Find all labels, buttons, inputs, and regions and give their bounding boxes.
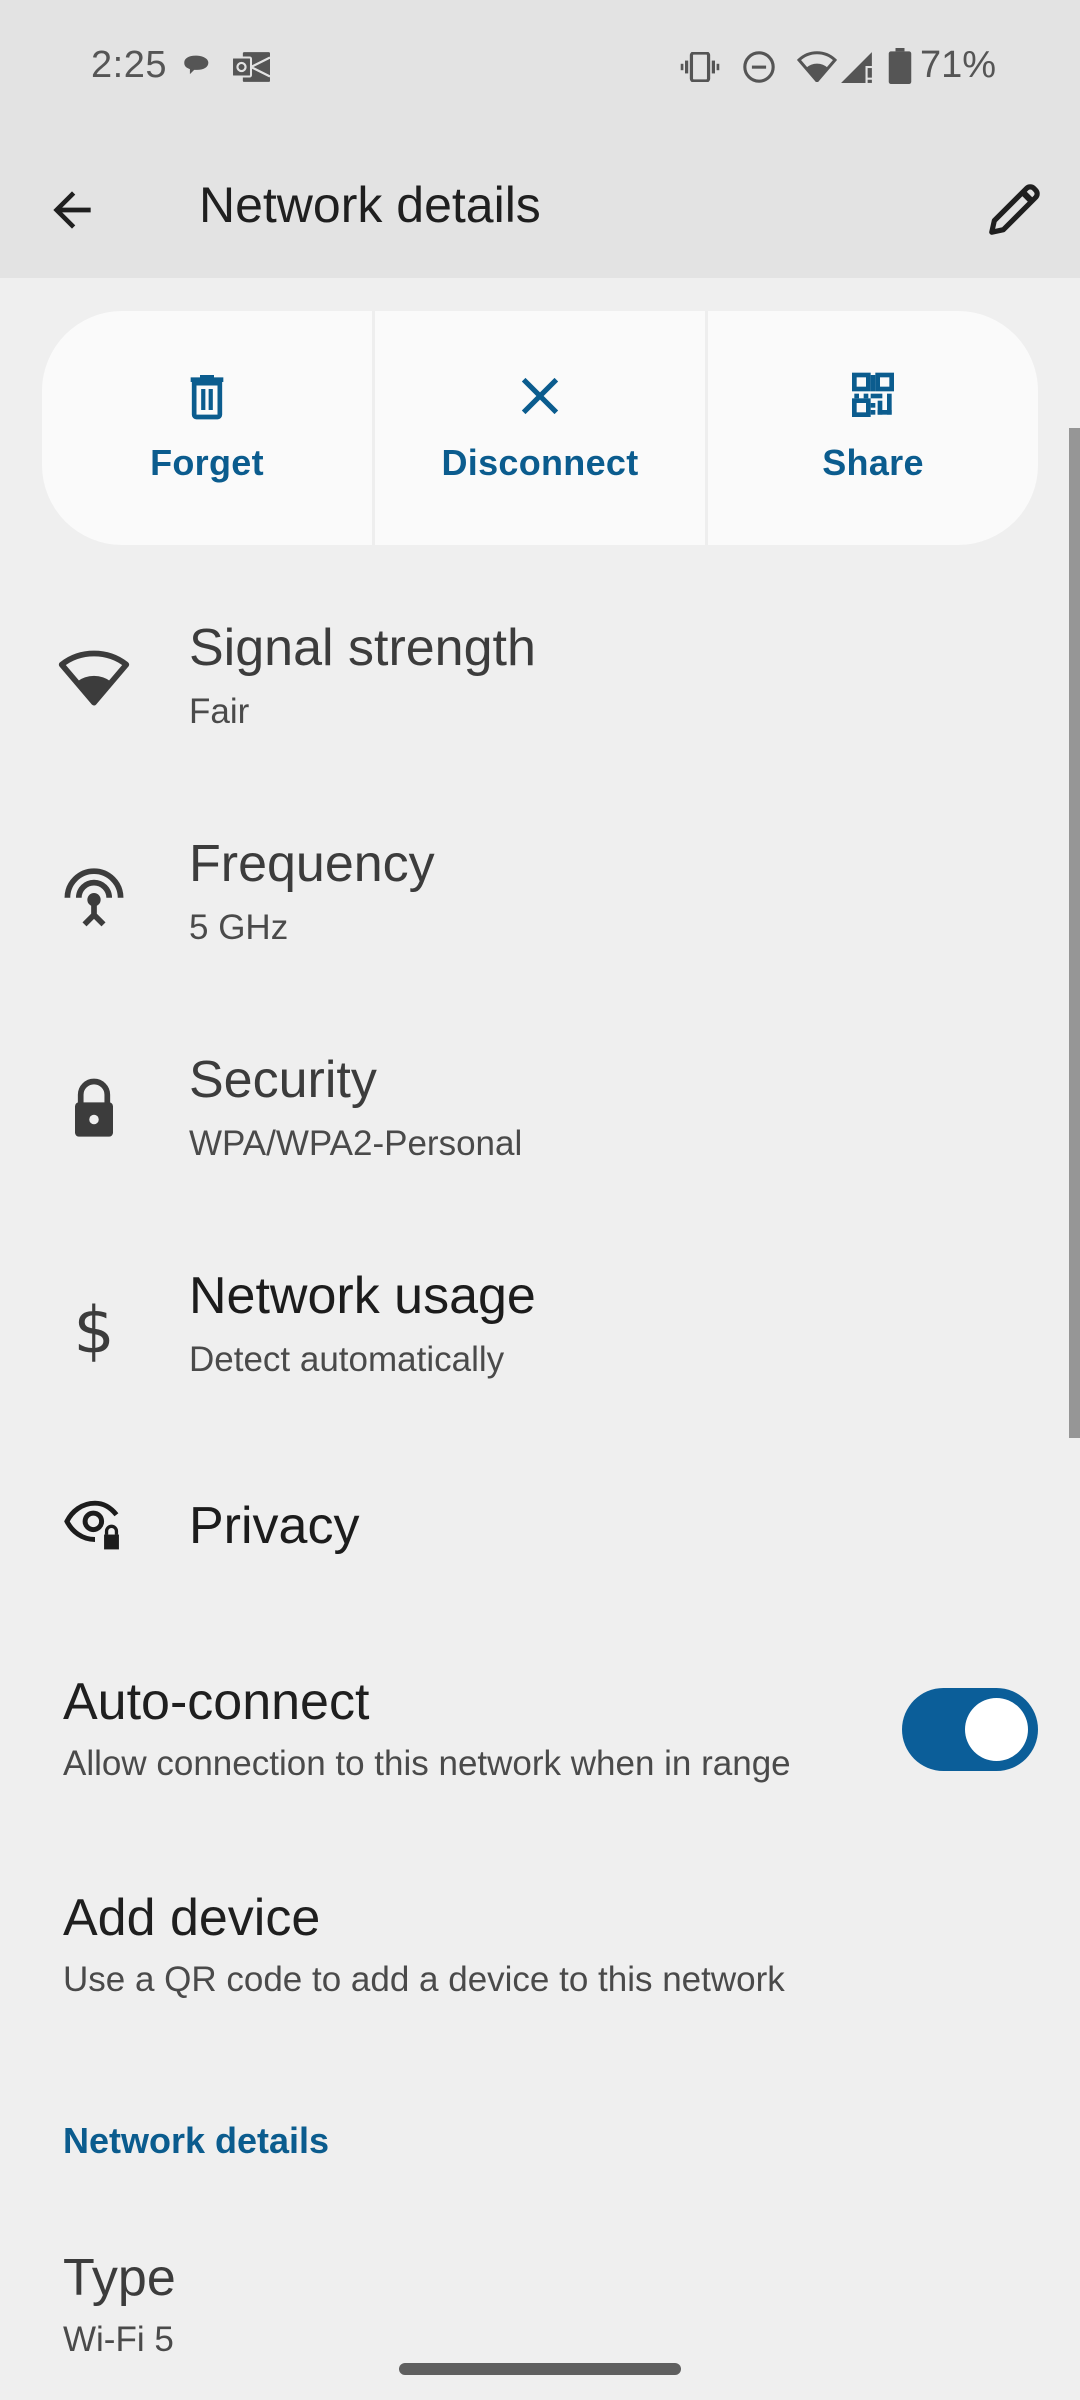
app-bar: Network details — [0, 140, 1080, 278]
battery-percent: 71% — [920, 44, 997, 86]
qr-code-icon — [852, 372, 894, 417]
wifi-signal-icon — [58, 650, 130, 706]
back-button[interactable] — [44, 182, 100, 238]
auto-connect-toggle[interactable] — [902, 1688, 1038, 1771]
signal-no-data-icon — [841, 52, 872, 83]
frequency-value: 5 GHz — [189, 908, 289, 947]
battery-icon — [888, 48, 912, 84]
auto-connect-item[interactable]: Auto-connect Allow connection to this ne… — [0, 1660, 1060, 1800]
toggle-thumb — [965, 1698, 1028, 1761]
add-device-summary: Use a QR code to add a device to this ne… — [63, 1960, 785, 1999]
auto-connect-summary: Allow connection to this network when in… — [63, 1744, 791, 1783]
privacy-item[interactable]: Privacy — [0, 1478, 1060, 1588]
antenna-icon — [64, 868, 124, 927]
do-not-disturb-icon — [743, 51, 775, 83]
privacy-title: Privacy — [189, 1497, 360, 1555]
disconnect-button[interactable]: Disconnect — [372, 311, 705, 545]
page-title: Network details — [199, 177, 541, 233]
security-value: WPA/WPA2-Personal — [189, 1124, 523, 1163]
arrow-back-icon — [53, 191, 91, 229]
signal-strength-value: Fair — [189, 692, 250, 731]
type-title: Type — [63, 2249, 176, 2307]
forget-label: Forget — [150, 442, 264, 483]
vibrate-icon — [680, 52, 720, 82]
security-item: Security WPA/WPA2-Personal — [0, 1032, 1060, 1182]
signal-strength-title: Signal strength — [189, 619, 536, 677]
outlook-icon — [232, 52, 270, 82]
trash-icon — [190, 375, 224, 420]
type-value: Wi-Fi 5 — [63, 2320, 174, 2359]
svg-text:$: $ — [73, 1294, 114, 1366]
privacy-eye-lock-icon — [64, 1500, 119, 1550]
edit-button[interactable] — [984, 178, 1046, 240]
share-button[interactable]: Share — [705, 311, 1038, 545]
close-icon — [521, 377, 559, 415]
dollar-icon: $ — [73, 1294, 114, 1366]
status-bar: 2:25 71% — [0, 0, 1080, 140]
pencil-icon — [989, 184, 1040, 235]
auto-connect-title: Auto-connect — [63, 1673, 370, 1731]
network-usage-item[interactable]: $ Network usage Detect automatically — [0, 1248, 1060, 1398]
share-label: Share — [822, 442, 924, 483]
add-device-item[interactable]: Add device Use a QR code to add a device… — [0, 1876, 1060, 2016]
frequency-title: Frequency — [189, 835, 435, 893]
network-usage-value: Detect automatically — [189, 1340, 505, 1379]
network-details-section-header: Network details — [63, 2120, 330, 2161]
network-usage-title: Network usage — [189, 1267, 536, 1325]
type-item: Type Wi-Fi 5 — [0, 2236, 1060, 2376]
lock-icon — [75, 1078, 113, 1137]
disconnect-label: Disconnect — [441, 442, 639, 483]
home-indicator[interactable] — [399, 2363, 681, 2375]
status-time: 2:25 — [91, 44, 167, 86]
frequency-item: Frequency 5 GHz — [0, 816, 1060, 966]
signal-strength-item: Signal strength Fair — [0, 600, 1060, 750]
scrollbar[interactable] — [1069, 428, 1080, 1438]
chat-bubble-icon — [184, 55, 209, 75]
action-buttons-card: Forget Disconnect Share — [42, 311, 1038, 545]
add-device-title: Add device — [63, 1889, 321, 1947]
security-title: Security — [189, 1051, 377, 1109]
wifi-icon — [797, 51, 837, 82]
forget-button[interactable]: Forget — [42, 311, 372, 545]
